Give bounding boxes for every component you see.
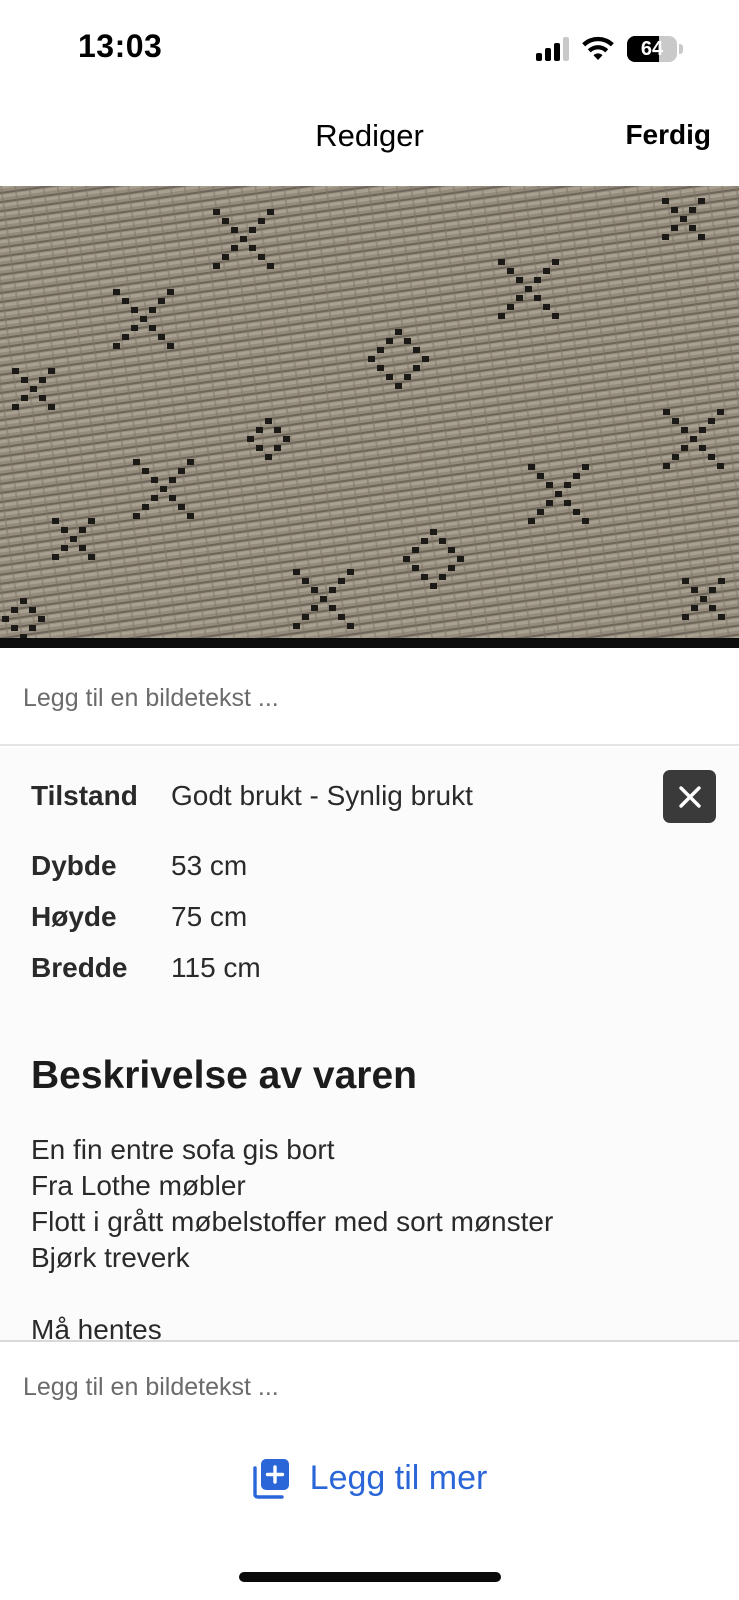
- spec-key: Høyde: [31, 901, 117, 932]
- caption-input[interactable]: [23, 1344, 713, 1430]
- navigation-bar: Rediger Ferdig: [0, 100, 739, 186]
- home-indicator[interactable]: [239, 1572, 501, 1582]
- spec-key: Tilstand: [31, 780, 138, 811]
- description-text: En fin entre sofa gis bort Fra Lothe møb…: [31, 1132, 553, 1276]
- status-time: 13:03: [78, 28, 163, 64]
- add-media-icon: [252, 1459, 289, 1499]
- status-icons: 64: [536, 32, 683, 66]
- status-bar: 13:03 64: [0, 0, 739, 100]
- cellular-signal-icon: [536, 37, 569, 61]
- fabric-pattern-image: [0, 186, 739, 648]
- spec-key: Dybde: [31, 850, 117, 881]
- spec-value: 75 cm: [171, 901, 248, 932]
- wifi-icon: [582, 36, 614, 60]
- spec-value: Godt brukt - Synlig brukt: [171, 780, 473, 811]
- spec-key: Bredde: [31, 952, 128, 983]
- battery-level: 64: [640, 38, 664, 60]
- description-line: Flott i grått møbelstoffer med sort møns…: [31, 1206, 554, 1237]
- done-button[interactable]: Ferdig: [625, 119, 711, 151]
- attached-screenshot[interactable]: Tilstand Godt brukt - Synlig brukt Dybde…: [0, 748, 739, 1342]
- remove-button[interactable]: [663, 770, 716, 823]
- description-line: Fra Lothe møbler: [31, 1170, 246, 1201]
- fabric-photo[interactable]: [0, 186, 739, 648]
- description-line-cutoff: Må hentes: [31, 1314, 162, 1342]
- add-more-label: Legg til mer: [309, 1458, 488, 1497]
- spec-value: 115 cm: [171, 952, 261, 983]
- add-more-button[interactable]: Legg til mer: [0, 1450, 739, 1506]
- caption-field-container: [0, 1344, 739, 1430]
- spec-value: 53 cm: [171, 850, 248, 881]
- description-heading: Beskrivelse av varen: [31, 1054, 417, 1097]
- caption-field-container: [0, 650, 739, 746]
- description-line: Bjørk treverk: [31, 1242, 190, 1273]
- caption-input[interactable]: [23, 650, 713, 746]
- description-line: En fin entre sofa gis bort: [31, 1134, 335, 1165]
- photo-edge: [0, 638, 739, 648]
- close-icon: [678, 785, 701, 808]
- battery-icon: 64: [627, 36, 677, 62]
